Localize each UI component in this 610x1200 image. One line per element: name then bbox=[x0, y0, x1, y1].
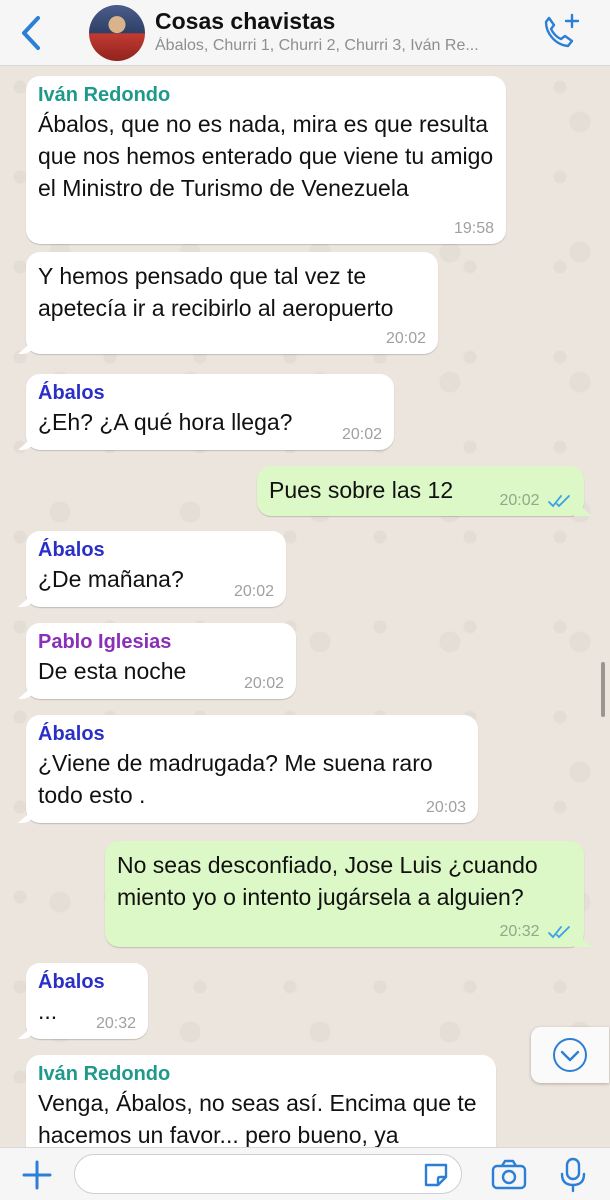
message-time: 19:58 bbox=[453, 220, 494, 237]
chevron-down-icon bbox=[560, 1050, 580, 1062]
scroll-indicator[interactable] bbox=[601, 662, 605, 717]
message-sender: Iván Redondo bbox=[38, 84, 171, 106]
message-time: 20:02 bbox=[243, 675, 284, 692]
attach-button[interactable] bbox=[20, 1158, 54, 1192]
microphone-icon bbox=[560, 1157, 586, 1193]
message-time: 20:32 bbox=[95, 1015, 136, 1032]
message-time: 20:02 bbox=[341, 426, 382, 443]
message-sender: Ábalos bbox=[38, 382, 105, 404]
message-time: 20:32 bbox=[500, 923, 573, 941]
message-text: ¿Eh? ¿A qué hora llega? bbox=[38, 409, 293, 435]
message-bubble[interactable]: Iván Redondo Venga, Ábalos, no seas así.… bbox=[26, 1055, 496, 1147]
chat-participants[interactable]: Ábalos, Churri 1, Churri 2, Churri 3, Iv… bbox=[155, 37, 525, 55]
message-time-text: 20:02 bbox=[499, 492, 540, 509]
message-time: 20:02 bbox=[385, 330, 426, 347]
message-bubble[interactable]: Y hemos pensado que tal vez te apetecía … bbox=[26, 252, 438, 354]
message-bubble[interactable]: Ábalos ¿Eh? ¿A qué hora llega? 20:02 bbox=[26, 374, 394, 450]
message-sender: Ábalos bbox=[38, 723, 105, 745]
message-bubble[interactable]: Pablo Iglesias De esta noche 20:02 bbox=[26, 623, 296, 699]
composer-bar bbox=[0, 1147, 610, 1200]
microphone-button[interactable] bbox=[558, 1156, 588, 1194]
message-sender: Iván Redondo bbox=[38, 1063, 171, 1085]
camera-button[interactable] bbox=[490, 1158, 528, 1192]
message-sender: Pablo Iglesias bbox=[38, 631, 172, 653]
message-bubble[interactable]: Ábalos ... 20:32 bbox=[26, 963, 148, 1039]
message-time: 20:02 bbox=[500, 492, 573, 510]
chat-title[interactable]: Cosas chavistas bbox=[155, 8, 335, 35]
add-call-button[interactable] bbox=[538, 12, 582, 52]
message-time-text: 20:32 bbox=[499, 923, 540, 940]
sticker-icon bbox=[424, 1163, 448, 1187]
message-bubble[interactable]: Pues sobre las 12 20:02 bbox=[257, 466, 584, 516]
message-text: Ábalos, que no es nada, mira es que resu… bbox=[38, 111, 494, 201]
chevron-left-icon bbox=[22, 16, 40, 50]
message-time: 20:02 bbox=[233, 583, 274, 600]
message-bubble[interactable]: Iván Redondo Ábalos, que no es nada, mir… bbox=[26, 76, 506, 244]
plus-icon bbox=[22, 1160, 52, 1190]
message-list[interactable]: Iván Redondo Ábalos, que no es nada, mir… bbox=[0, 67, 610, 1147]
add-call-icon bbox=[544, 13, 580, 48]
message-text: Y hemos pensado que tal vez te apetecía … bbox=[38, 263, 394, 321]
message-bubble[interactable]: Ábalos ¿De mañana? 20:02 bbox=[26, 531, 286, 607]
message-text: No seas desconfiado, Jose Luis ¿cuando m… bbox=[117, 852, 538, 910]
camera-icon bbox=[491, 1159, 527, 1190]
message-sender: Ábalos bbox=[38, 971, 105, 993]
message-bubble[interactable]: No seas desconfiado, Jose Luis ¿cuando m… bbox=[105, 841, 584, 947]
message-text: Venga, Ábalos, no seas así. Encima que t… bbox=[38, 1090, 477, 1147]
scroll-to-bottom-button[interactable] bbox=[531, 1027, 609, 1083]
sticker-button[interactable] bbox=[420, 1159, 452, 1191]
message-input[interactable] bbox=[74, 1154, 462, 1194]
group-avatar[interactable] bbox=[89, 5, 145, 61]
chat-header: Cosas chavistas Ábalos, Churri 1, Churri… bbox=[0, 0, 610, 66]
read-ticks-icon bbox=[548, 494, 570, 508]
read-ticks-icon bbox=[548, 925, 570, 939]
message-time: 20:03 bbox=[425, 799, 466, 816]
message-text: ¿Viene de madrugada? Me suena raro todo … bbox=[38, 750, 433, 808]
message-sender: Ábalos bbox=[38, 539, 105, 561]
back-button[interactable] bbox=[14, 14, 48, 52]
message-bubble[interactable]: Ábalos ¿Viene de madrugada? Me suena rar… bbox=[26, 715, 478, 823]
